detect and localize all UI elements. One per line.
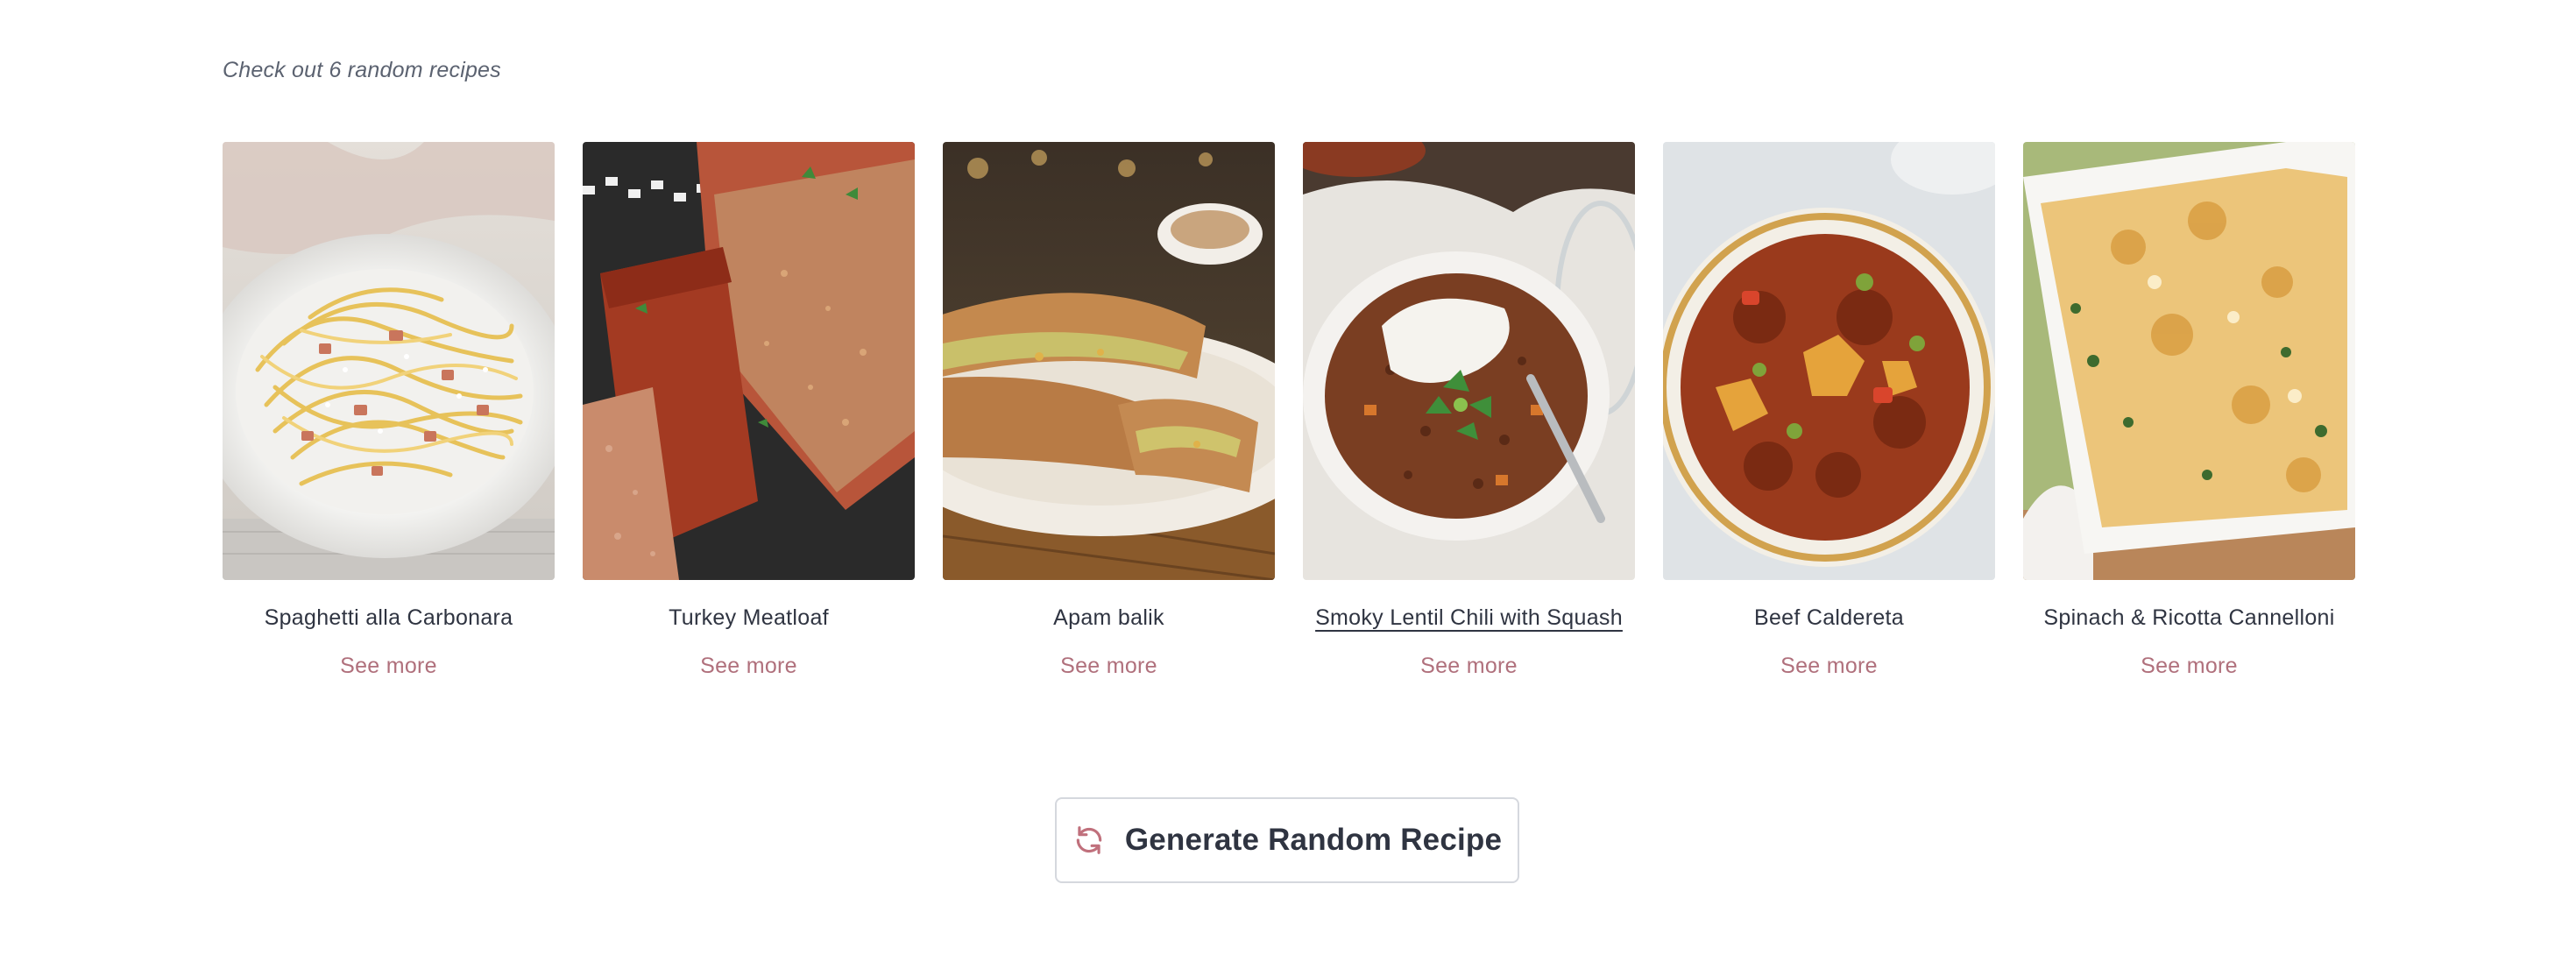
recipe-title[interactable]: Spaghetti alla Carbonara	[265, 603, 513, 633]
recipe-image-meatloaf[interactable]	[583, 142, 915, 580]
recipe-image-lentil-chili[interactable]	[1303, 142, 1635, 580]
generate-random-recipe-button[interactable]: Generate Random Recipe	[1055, 797, 1519, 883]
recipe-image-apam-balik[interactable]	[943, 142, 1275, 580]
see-more-link[interactable]: See more	[1060, 654, 1157, 679]
recipe-image-beef-caldereta[interactable]	[1663, 142, 1995, 580]
recipe-title[interactable]: Spinach & Ricotta Cannelloni	[2043, 603, 2334, 633]
see-more-link[interactable]: See more	[340, 654, 437, 679]
random-recipes-page: Check out 6 random recipes Spaghetti all…	[0, 0, 2576, 969]
generate-button-label: Generate Random Recipe	[1124, 823, 1503, 857]
recipe-image-cannelloni[interactable]	[2023, 142, 2355, 580]
recipe-grid: Spaghetti alla Carbonara See more Turkey…	[223, 142, 2355, 679]
recipe-card: Spaghetti alla Carbonara See more	[223, 142, 555, 679]
see-more-link[interactable]: See more	[2141, 654, 2238, 679]
refresh-icon	[1072, 824, 1106, 857]
see-more-link[interactable]: See more	[700, 654, 797, 679]
recipe-card: Smoky Lentil Chili with Squash See more	[1303, 142, 1635, 679]
recipe-title[interactable]: Beef Caldereta	[1754, 603, 1904, 633]
see-more-link[interactable]: See more	[1780, 654, 1878, 679]
recipe-card: Spinach & Ricotta Cannelloni See more	[2023, 142, 2355, 679]
recipe-title[interactable]: Turkey Meatloaf	[669, 603, 829, 633]
recipe-card: Beef Caldereta See more	[1663, 142, 1995, 679]
see-more-link[interactable]: See more	[1420, 654, 1518, 679]
recipe-title[interactable]: Apam balik	[1053, 603, 1164, 633]
recipe-title[interactable]: Smoky Lentil Chili with Squash	[1315, 603, 1623, 633]
recipe-card: Turkey Meatloaf See more	[583, 142, 915, 679]
recipe-image-carbonara[interactable]	[223, 142, 555, 580]
intro-text: Check out 6 random recipes	[223, 58, 501, 82]
recipe-card: Apam balik See more	[943, 142, 1275, 679]
